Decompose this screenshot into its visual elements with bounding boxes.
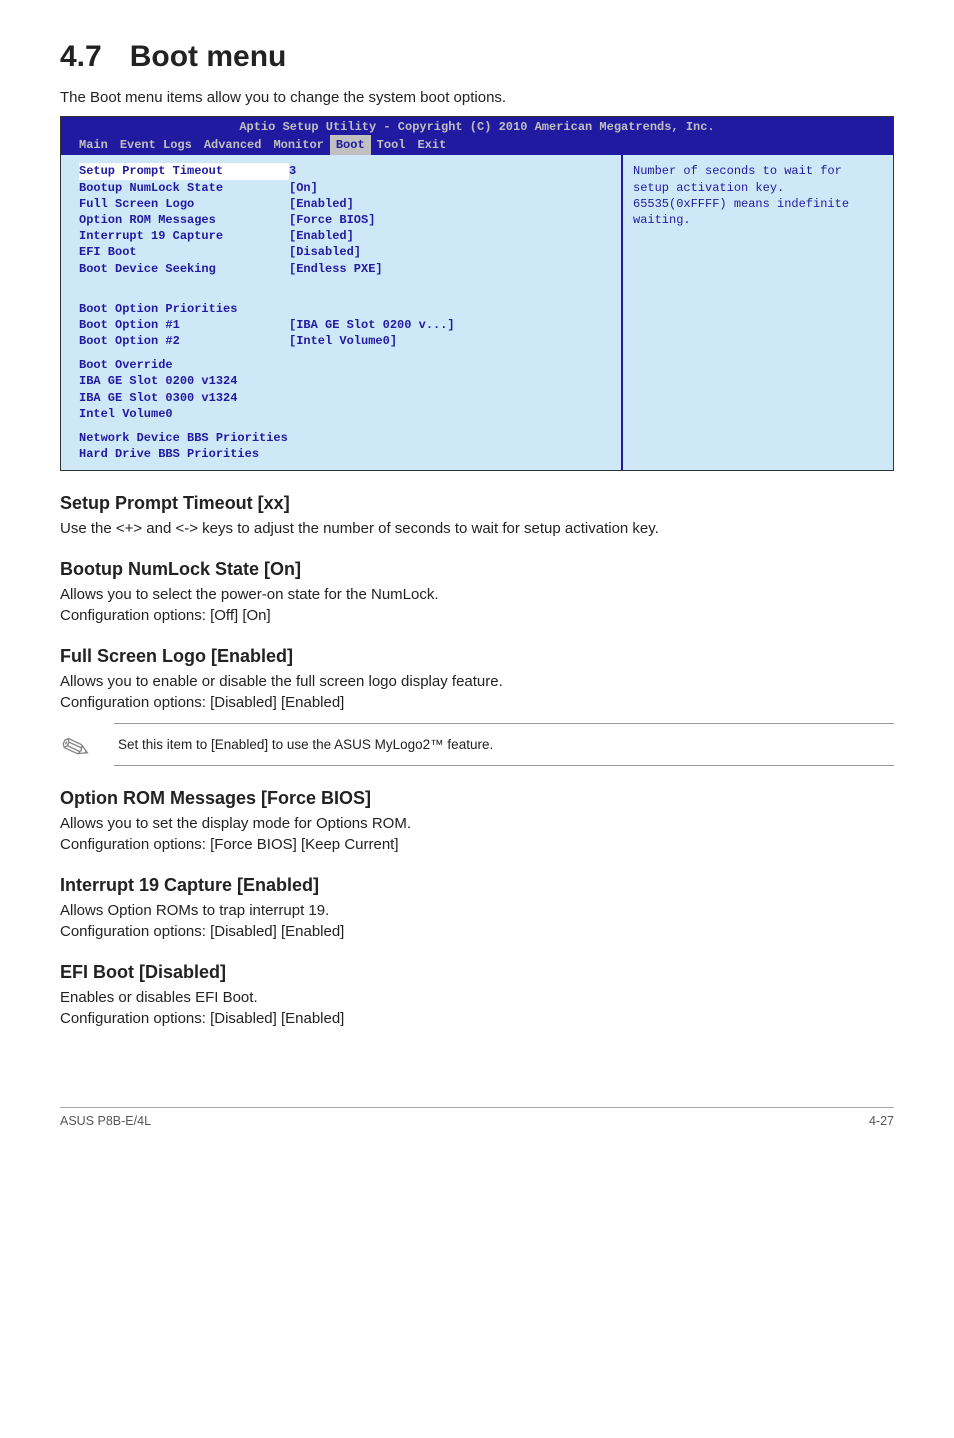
bios-option-label: EFI Boot bbox=[79, 244, 289, 260]
bios-option-row: Boot Option #1[IBA GE Slot 0200 v...] bbox=[79, 317, 621, 333]
section-number: 4.7 bbox=[60, 40, 102, 73]
bios-override-item: IBA GE Slot 0300 v1324 bbox=[79, 390, 621, 406]
bios-option-value: [Enabled] bbox=[289, 196, 354, 212]
intro-paragraph: The Boot menu items allow you to change … bbox=[60, 89, 894, 106]
bios-left-pane: Setup Prompt Timeout3Bootup NumLock Stat… bbox=[61, 155, 623, 470]
bios-option-value: [Endless PXE] bbox=[289, 261, 383, 277]
footer-right: 4-27 bbox=[869, 1114, 894, 1128]
body-paragraph: Allows you to enable or disable the full… bbox=[60, 673, 894, 690]
bios-option-row: Boot Option #2[Intel Volume0] bbox=[79, 333, 621, 349]
bios-option-value: [On] bbox=[289, 180, 318, 196]
bios-option-label: Interrupt 19 Capture bbox=[79, 228, 289, 244]
bios-tab-bar: MainEvent LogsAdvancedMonitorBootToolExi… bbox=[61, 135, 893, 155]
bios-option-label: Boot Option #2 bbox=[79, 333, 289, 349]
footer-left: ASUS P8B-E/4L bbox=[60, 1114, 151, 1128]
bios-option-value: [IBA GE Slot 0200 v...] bbox=[289, 317, 455, 333]
bios-extra-item: Hard Drive BBS Priorities bbox=[79, 446, 621, 462]
body-paragraph: Configuration options: [Disabled] [Enabl… bbox=[60, 923, 894, 940]
bios-override-item: Intel Volume0 bbox=[79, 406, 621, 422]
bios-option-row: Option ROM Messages[Force BIOS] bbox=[79, 212, 621, 228]
bios-tab: Boot bbox=[330, 135, 371, 155]
bios-title: Aptio Setup Utility - Copyright (C) 2010… bbox=[61, 117, 893, 135]
body-paragraph: Allows Option ROMs to trap interrupt 19. bbox=[60, 902, 894, 919]
subsection-heading: Bootup NumLock State [On] bbox=[60, 559, 894, 580]
bios-option-row: Setup Prompt Timeout3 bbox=[79, 163, 621, 179]
bios-option-value: [Disabled] bbox=[289, 244, 361, 260]
bios-option-value: [Force BIOS] bbox=[289, 212, 375, 228]
bios-tab: Main bbox=[73, 135, 114, 155]
bios-option-row: Full Screen Logo[Enabled] bbox=[79, 196, 621, 212]
bios-option-label: Full Screen Logo bbox=[79, 196, 289, 212]
bios-help-pane: Number of seconds to wait for setup acti… bbox=[623, 155, 893, 470]
bios-option-label: Boot Device Seeking bbox=[79, 261, 289, 277]
bios-tab: Event Logs bbox=[114, 135, 198, 155]
subsection-heading: Full Screen Logo [Enabled] bbox=[60, 646, 894, 667]
subsection-heading: Setup Prompt Timeout [xx] bbox=[60, 493, 894, 514]
body-paragraph: Configuration options: [Force BIOS] [Kee… bbox=[60, 836, 894, 853]
bios-screenshot: Aptio Setup Utility - Copyright (C) 2010… bbox=[60, 116, 894, 471]
body-paragraph: Configuration options: [Disabled] [Enabl… bbox=[60, 694, 894, 711]
subsection-heading: Interrupt 19 Capture [Enabled] bbox=[60, 875, 894, 896]
bios-option-label: Option ROM Messages bbox=[79, 212, 289, 228]
bios-option-label: Boot Option #1 bbox=[79, 317, 289, 333]
bios-body: Setup Prompt Timeout3Bootup NumLock Stat… bbox=[61, 155, 893, 470]
section-title-text: Boot menu bbox=[130, 40, 287, 73]
bios-option-row: Boot Device Seeking[Endless PXE] bbox=[79, 261, 621, 277]
body-paragraph: Configuration options: [Disabled] [Enabl… bbox=[60, 1010, 894, 1027]
bios-option-value: 3 bbox=[289, 163, 296, 179]
note-block: ✎Set this item to [Enabled] to use the A… bbox=[60, 723, 894, 766]
bios-option-value: [Intel Volume0] bbox=[289, 333, 397, 349]
bios-help-text: Number of seconds to wait for setup acti… bbox=[633, 163, 883, 228]
bios-option-label: Bootup NumLock State bbox=[79, 180, 289, 196]
subsection-heading: EFI Boot [Disabled] bbox=[60, 962, 894, 983]
body-paragraph: Enables or disables EFI Boot. bbox=[60, 989, 894, 1006]
bios-override-item: IBA GE Slot 0200 v1324 bbox=[79, 373, 621, 389]
bios-override-heading: Boot Override bbox=[79, 357, 621, 373]
bios-tab: Monitor bbox=[267, 135, 329, 155]
bios-priorities-heading: Boot Option Priorities bbox=[79, 301, 621, 317]
bios-option-row: Interrupt 19 Capture[Enabled] bbox=[79, 228, 621, 244]
page-heading: 4.7 Boot menu bbox=[60, 40, 894, 74]
bios-option-value: [Enabled] bbox=[289, 228, 354, 244]
pencil-icon: ✎ bbox=[56, 717, 119, 772]
bios-option-label: Setup Prompt Timeout bbox=[79, 163, 289, 179]
body-paragraph: Configuration options: [Off] [On] bbox=[60, 607, 894, 624]
bios-tab: Tool bbox=[371, 135, 412, 155]
bios-option-row: Bootup NumLock State[On] bbox=[79, 180, 621, 196]
body-paragraph: Use the <+> and <-> keys to adjust the n… bbox=[60, 520, 894, 537]
page-footer: ASUS P8B-E/4L 4-27 bbox=[60, 1107, 894, 1128]
body-paragraph: Allows you to set the display mode for O… bbox=[60, 815, 894, 832]
bios-option-row: EFI Boot[Disabled] bbox=[79, 244, 621, 260]
bios-tab: Advanced bbox=[198, 135, 268, 155]
body-paragraph: Allows you to select the power-on state … bbox=[60, 586, 894, 603]
subsection-heading: Option ROM Messages [Force BIOS] bbox=[60, 788, 894, 809]
bios-extra-item: Network Device BBS Priorities bbox=[79, 430, 621, 446]
note-text: Set this item to [Enabled] to use the AS… bbox=[114, 724, 894, 766]
bios-tab: Exit bbox=[411, 135, 452, 155]
